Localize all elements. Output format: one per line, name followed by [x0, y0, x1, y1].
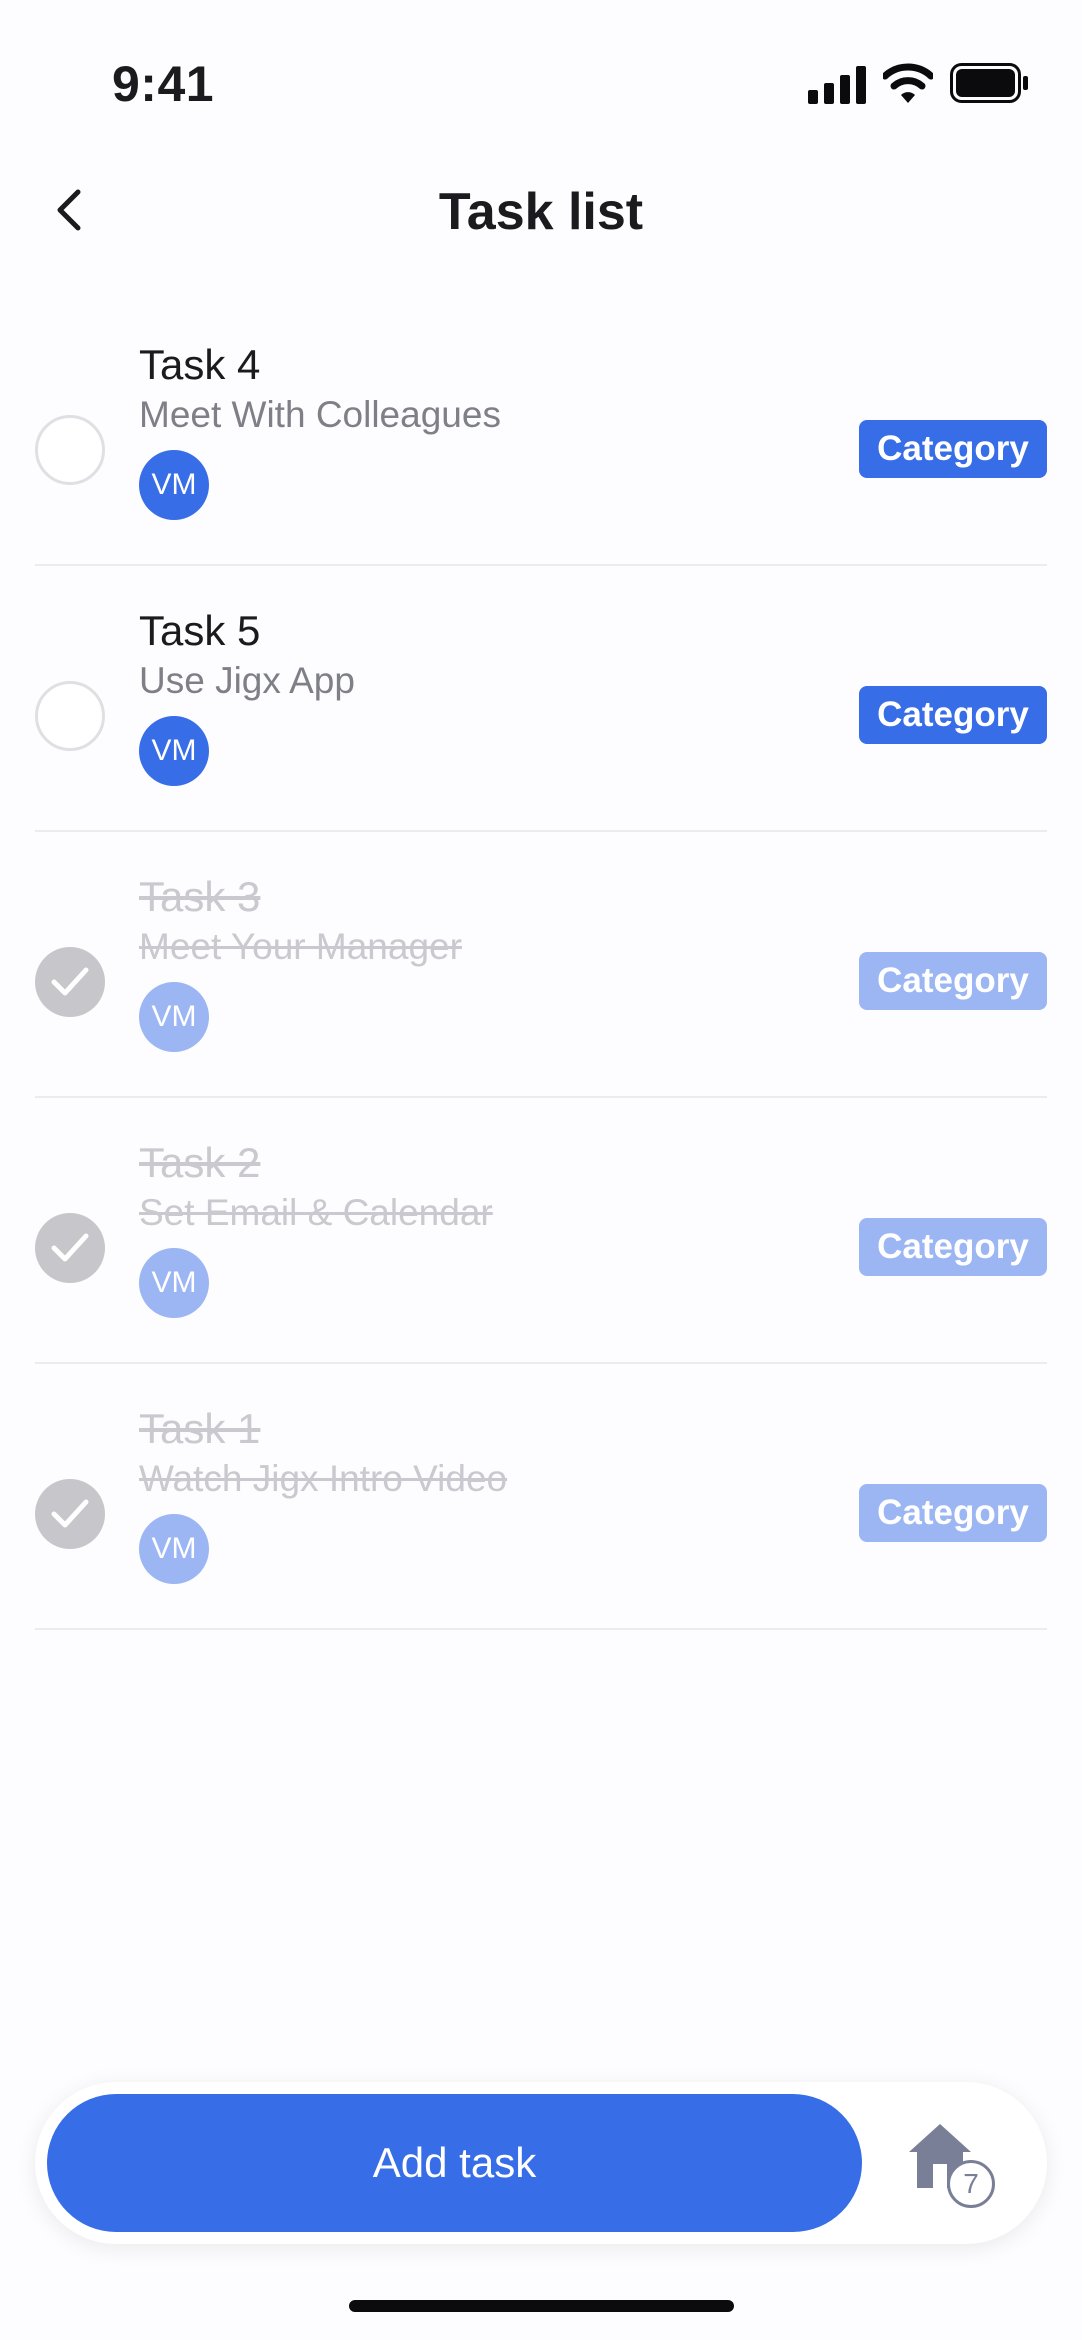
category-badge[interactable]: Category	[859, 420, 1047, 478]
category-badge[interactable]: Category	[859, 1218, 1047, 1276]
checkmark-icon	[51, 967, 89, 996]
assignee-avatar: VM	[139, 982, 209, 1052]
add-task-button[interactable]: Add task	[47, 2094, 862, 2232]
task-title: Task 3	[139, 873, 261, 920]
assignee-avatar: VM	[139, 1248, 209, 1318]
task-row[interactable]: Task 2 Set Email & Calendar VM Category	[35, 1098, 1047, 1364]
status-bar: 9:41	[0, 0, 1082, 170]
task-subtitle: Meet With Colleagues	[139, 394, 501, 435]
task-row[interactable]: Task 3 Meet Your Manager VM Category	[35, 832, 1047, 1098]
task-title: Task 5	[139, 607, 261, 654]
checkmark-icon	[51, 1499, 89, 1528]
bottom-action-bar: Add task 7	[35, 2082, 1047, 2244]
task-checkbox[interactable]	[35, 947, 105, 1017]
task-title: Task 1	[139, 1405, 261, 1452]
task-subtitle: Watch Jigx Intro Video	[139, 1458, 508, 1499]
task-checkbox[interactable]	[35, 681, 105, 751]
wifi-icon	[883, 63, 933, 103]
assignee-avatar: VM	[139, 450, 209, 520]
home-button[interactable]: 7	[905, 2120, 1015, 2215]
task-row[interactable]: Task 5 Use Jigx App VM Category	[35, 566, 1047, 832]
home-badge-count: 7	[947, 2160, 995, 2208]
task-subtitle: Use Jigx App	[139, 660, 355, 701]
task-title: Task 4	[139, 341, 261, 388]
task-list: Task 4 Meet With Colleagues VM Category …	[0, 300, 1082, 1630]
task-subtitle: Set Email & Calendar	[139, 1192, 493, 1233]
task-row[interactable]: Task 1 Watch Jigx Intro Video VM Categor…	[35, 1364, 1047, 1630]
page-title: Task list	[438, 183, 644, 241]
task-checkbox[interactable]	[35, 1479, 105, 1549]
category-badge[interactable]: Category	[859, 1484, 1047, 1542]
cellular-signal-icon	[808, 66, 866, 104]
assignee-avatar: VM	[139, 1514, 209, 1584]
task-checkbox[interactable]	[35, 1213, 105, 1283]
task-row[interactable]: Task 4 Meet With Colleagues VM Category	[35, 300, 1047, 566]
checkmark-icon	[51, 1233, 89, 1262]
task-title: Task 2	[139, 1139, 261, 1186]
battery-icon	[950, 63, 1028, 103]
task-subtitle: Meet Your Manager	[139, 926, 462, 967]
status-time: 9:41	[112, 56, 215, 112]
task-checkbox[interactable]	[35, 415, 105, 485]
assignee-avatar: VM	[139, 716, 209, 786]
category-badge[interactable]: Category	[859, 686, 1047, 744]
category-badge[interactable]: Category	[859, 952, 1047, 1010]
home-indicator	[349, 2300, 734, 2312]
